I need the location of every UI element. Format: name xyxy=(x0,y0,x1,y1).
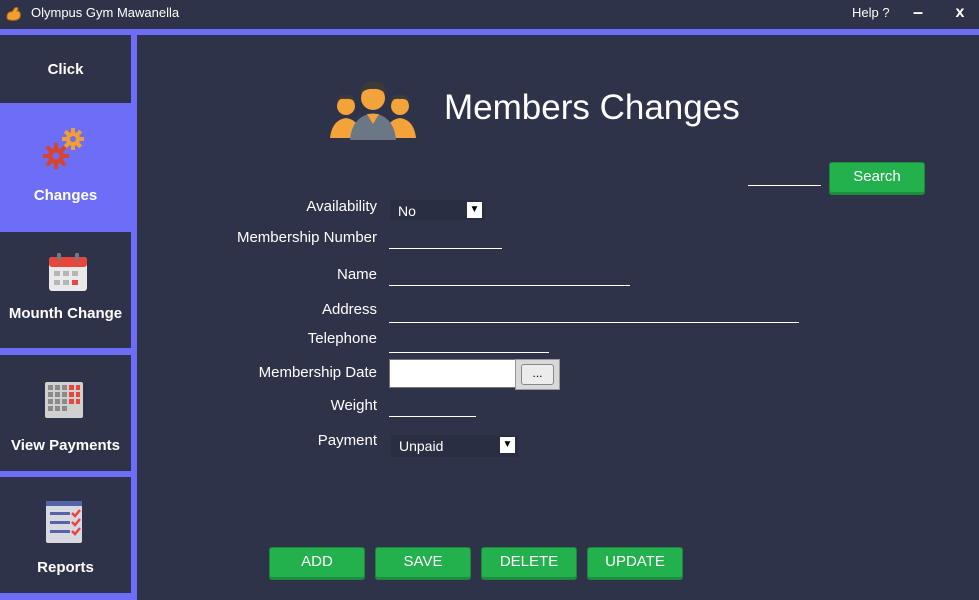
title-bar: Olympus Gym Mawanella Help ? – x xyxy=(0,0,979,29)
sidebar-item-label: Mounth Change xyxy=(8,305,123,322)
page-title: Members Changes xyxy=(444,88,740,127)
date-picker-button-label: ... xyxy=(521,364,554,385)
save-button[interactable]: SAVE xyxy=(375,547,471,580)
telephone-field[interactable] xyxy=(389,352,549,353)
help-link[interactable]: Help ? xyxy=(852,5,890,20)
payment-value: Unpaid xyxy=(399,438,444,454)
sidebar-item-reports[interactable]: Reports xyxy=(0,477,131,593)
calendar-icon xyxy=(49,253,87,291)
chevron-down-icon: ▼ xyxy=(500,437,515,453)
name-label: Name xyxy=(336,266,377,283)
sidebar-item-label: Click xyxy=(47,61,84,78)
telephone-label: Telephone xyxy=(307,330,377,347)
sidebar-item-click[interactable]: Click xyxy=(0,35,131,103)
gears-icon xyxy=(43,128,84,169)
date-picker-button[interactable]: ... xyxy=(515,359,560,390)
payment-select[interactable]: Unpaid ▼ xyxy=(391,435,519,457)
address-field[interactable] xyxy=(389,322,799,323)
membership-date-field[interactable] xyxy=(389,359,516,388)
minimize-button[interactable]: – xyxy=(908,2,928,26)
search-button[interactable]: Search xyxy=(829,162,925,195)
weight-label: Weight xyxy=(330,397,377,414)
payment-label: Payment xyxy=(317,432,377,449)
flexed-arm-icon xyxy=(6,7,21,21)
membership-number-label: Membership Number xyxy=(236,229,377,246)
update-button[interactable]: UPDATE xyxy=(587,547,683,580)
delete-button[interactable]: DELETE xyxy=(481,547,577,580)
close-button[interactable]: x xyxy=(950,4,970,26)
membership-number-field[interactable] xyxy=(389,248,502,249)
address-label: Address xyxy=(321,301,377,318)
members-group-icon xyxy=(330,81,416,140)
sidebar-item-label: Changes xyxy=(33,187,98,204)
payments-grid-icon xyxy=(45,382,83,418)
window-title: Olympus Gym Mawanella xyxy=(31,5,180,20)
sidebar: Click Changes Mounth Change View Payment… xyxy=(0,35,137,600)
sidebar-item-view-payments[interactable]: View Payments xyxy=(0,355,131,471)
sidebar-item-label: Reports xyxy=(37,559,94,576)
weight-field[interactable] xyxy=(389,416,476,417)
add-button[interactable]: ADD xyxy=(269,547,365,580)
checklist-icon xyxy=(46,501,82,543)
availability-value: No xyxy=(398,203,416,219)
availability-select[interactable]: No ▼ xyxy=(390,200,485,220)
name-field[interactable] xyxy=(389,285,630,286)
title-accent-bar xyxy=(0,29,979,35)
sidebar-item-changes[interactable]: Changes xyxy=(0,109,131,230)
search-input[interactable] xyxy=(748,185,821,186)
chevron-down-icon: ▼ xyxy=(467,202,482,218)
availability-label: Availability xyxy=(306,198,377,215)
sidebar-item-mounth-change[interactable]: Mounth Change xyxy=(0,232,131,348)
sidebar-item-label: View Payments xyxy=(11,437,120,454)
membership-date-label: Membership Date xyxy=(258,364,377,381)
